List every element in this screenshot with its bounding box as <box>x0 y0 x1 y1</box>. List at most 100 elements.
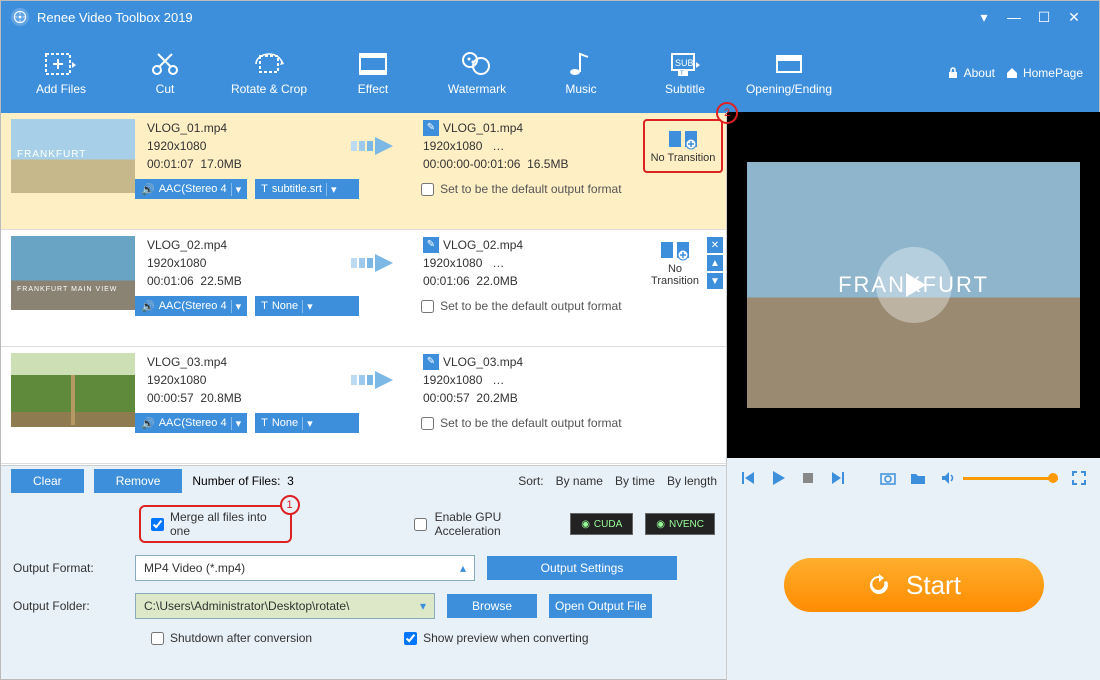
toolbar-label: Add Files <box>36 82 86 96</box>
stop-button[interactable] <box>799 469 817 487</box>
file-output-meta: ✎VLOG_01.mp4 1920x1080 … 00:00:00-00:01:… <box>423 119 643 173</box>
list-bottom-bar: Clear Remove Number of Files: 3 Sort: By… <box>1 465 727 495</box>
default-format-checkbox[interactable]: Set to be the default output format <box>421 413 621 433</box>
file-thumbnail: FRANKFURT <box>11 119 135 193</box>
file-thumbnail <box>11 353 135 427</box>
file-name: VLOG_02.mp4 <box>147 236 335 254</box>
chevron-down-icon: ▾ <box>302 417 313 430</box>
transition-icon <box>659 239 691 261</box>
toolbar-label: Opening/Ending <box>746 82 832 96</box>
audio-track-button[interactable]: 🔊AAC(Stereo 4▾ <box>135 296 247 316</box>
window-minimize-button[interactable]: — <box>999 7 1029 27</box>
nvenc-badge: ◉ NVENC <box>645 513 715 535</box>
open-folder-button[interactable] <box>909 469 927 487</box>
callout-badge-2: 2 <box>716 102 738 124</box>
preview-video: FRANKFURT <box>727 112 1100 458</box>
toolbar-label: Watermark <box>448 82 506 96</box>
toolbar-label: Effect <box>358 82 388 96</box>
window-maximize-button[interactable]: ☐ <box>1029 7 1059 27</box>
fullscreen-button[interactable] <box>1070 469 1088 487</box>
toolbar-opening-ending[interactable]: Opening/Ending <box>737 50 841 96</box>
sort-by-time[interactable]: By time <box>615 474 655 488</box>
default-format-checkbox[interactable]: Set to be the default output format <box>421 179 621 199</box>
refresh-icon <box>866 572 892 598</box>
edit-output-name-button[interactable]: ✎ <box>423 237 439 253</box>
convert-arrow-icon <box>335 353 423 407</box>
watermark-icon <box>460 50 494 78</box>
row-side-controls: ✕ ▲ ▼ <box>707 236 727 290</box>
app-title: Renee Video Toolbox 2019 <box>37 10 193 25</box>
edit-output-name-button[interactable]: ✎ <box>423 120 439 136</box>
default-format-checkbox[interactable]: Set to be the default output format <box>421 296 621 316</box>
sort-by-length[interactable]: By length <box>667 474 717 488</box>
homepage-link[interactable]: HomePage <box>1005 66 1083 80</box>
chevron-down-icon: ▾ <box>302 300 313 313</box>
toolbar-music[interactable]: Music <box>529 50 633 96</box>
transition-label: No Transition <box>651 152 716 164</box>
output-folder-combo[interactable]: C:\Users\Administrator\Desktop\rotate\▾ <box>135 593 435 619</box>
opening-ending-icon <box>772 50 806 78</box>
edit-output-name-button[interactable]: ✎ <box>423 354 439 370</box>
chevron-down-icon: ▾ <box>420 599 426 613</box>
toolbar-cut[interactable]: Cut <box>113 50 217 96</box>
open-output-folder-button[interactable]: Open Output File <box>549 594 652 618</box>
row-move-down-button[interactable]: ▼ <box>707 273 723 289</box>
toolbar-watermark[interactable]: Watermark <box>425 50 529 96</box>
remove-button[interactable]: Remove <box>94 469 183 493</box>
output-folder-label: Output Folder: <box>13 599 123 613</box>
subtitle-track-button[interactable]: Tsubtitle.srt▾ <box>255 179 359 199</box>
audio-track-button[interactable]: 🔊AAC(Stereo 4▾ <box>135 179 247 199</box>
subtitle-track-button[interactable]: TNone▾ <box>255 296 359 316</box>
volume-icon[interactable] <box>939 469 957 487</box>
speaker-icon: 🔊 <box>141 300 155 313</box>
window-close-button[interactable]: ✕ <box>1059 7 1089 27</box>
volume-slider[interactable] <box>963 477 1058 480</box>
chevron-down-icon: ▾ <box>326 183 337 196</box>
file-list: FRANKFURT VLOG_01.mp4 1920x1080 00:01:07… <box>1 113 727 465</box>
toolbar-rotate-crop[interactable]: Rotate & Crop <box>217 50 321 96</box>
toolbar-subtitle[interactable]: SUBT Subtitle <box>633 50 737 96</box>
row-move-up-button[interactable]: ▲ <box>707 255 723 271</box>
output-format-combo[interactable]: MP4 Video (*.mp4)▴ <box>135 555 475 581</box>
transition-picker[interactable]: No Transition <box>643 119 723 173</box>
snapshot-button[interactable] <box>879 469 897 487</box>
effect-icon <box>356 50 390 78</box>
file-source-meta: VLOG_02.mp4 1920x1080 00:01:06 22.5MB <box>135 236 335 290</box>
toolbar-effect[interactable]: Effect <box>321 50 425 96</box>
preview-controls <box>727 458 1100 498</box>
prev-track-button[interactable] <box>739 469 757 487</box>
window-menu-button[interactable]: ▾ <box>969 7 999 27</box>
file-row[interactable]: FRANKFURT MAIN VIEW VLOG_02.mp4 1920x108… <box>1 230 727 347</box>
row-close-button[interactable]: ✕ <box>707 237 723 253</box>
preview-play-button[interactable] <box>876 247 952 323</box>
toolbar-label: Music <box>565 82 596 96</box>
home-icon <box>1005 66 1019 80</box>
file-row[interactable]: FRANKFURT VLOG_01.mp4 1920x1080 00:01:07… <box>1 113 727 230</box>
svg-text:T: T <box>680 71 684 77</box>
subtitle-track-button[interactable]: TNone▾ <box>255 413 359 433</box>
start-button[interactable]: Start <box>784 558 1044 612</box>
add-files-icon <box>44 50 78 78</box>
file-row[interactable]: VLOG_03.mp4 1920x1080 00:00:57 20.8MB ✎V… <box>1 347 727 464</box>
chevron-down-icon: ▾ <box>231 300 242 313</box>
next-track-button[interactable] <box>829 469 847 487</box>
speaker-icon: 🔊 <box>141 417 155 430</box>
show-preview-checkbox[interactable]: Show preview when converting <box>404 631 588 645</box>
play-button[interactable] <box>769 469 787 487</box>
chevron-down-icon: ▾ <box>231 417 242 430</box>
merge-files-checkbox[interactable]: Merge all files into one 1 <box>139 505 292 543</box>
audio-track-button[interactable]: 🔊AAC(Stereo 4▾ <box>135 413 247 433</box>
toolbar-add-files[interactable]: Add Files <box>9 50 113 96</box>
clear-button[interactable]: Clear <box>11 469 84 493</box>
cut-icon <box>148 50 182 78</box>
browse-button[interactable]: Browse <box>447 594 537 618</box>
subtitle-t-icon: T <box>261 300 268 312</box>
transition-picker[interactable]: No Transition <box>643 236 707 290</box>
gpu-accel-checkbox[interactable]: Enable GPU Acceleration <box>414 510 559 538</box>
shutdown-checkbox[interactable]: Shutdown after conversion <box>151 631 312 645</box>
about-link[interactable]: About <box>946 66 995 80</box>
output-settings-button[interactable]: Output Settings <box>487 556 677 580</box>
transition-picker[interactable] <box>643 353 723 407</box>
toolbar-label: Cut <box>156 82 175 96</box>
sort-by-name[interactable]: By name <box>556 474 603 488</box>
